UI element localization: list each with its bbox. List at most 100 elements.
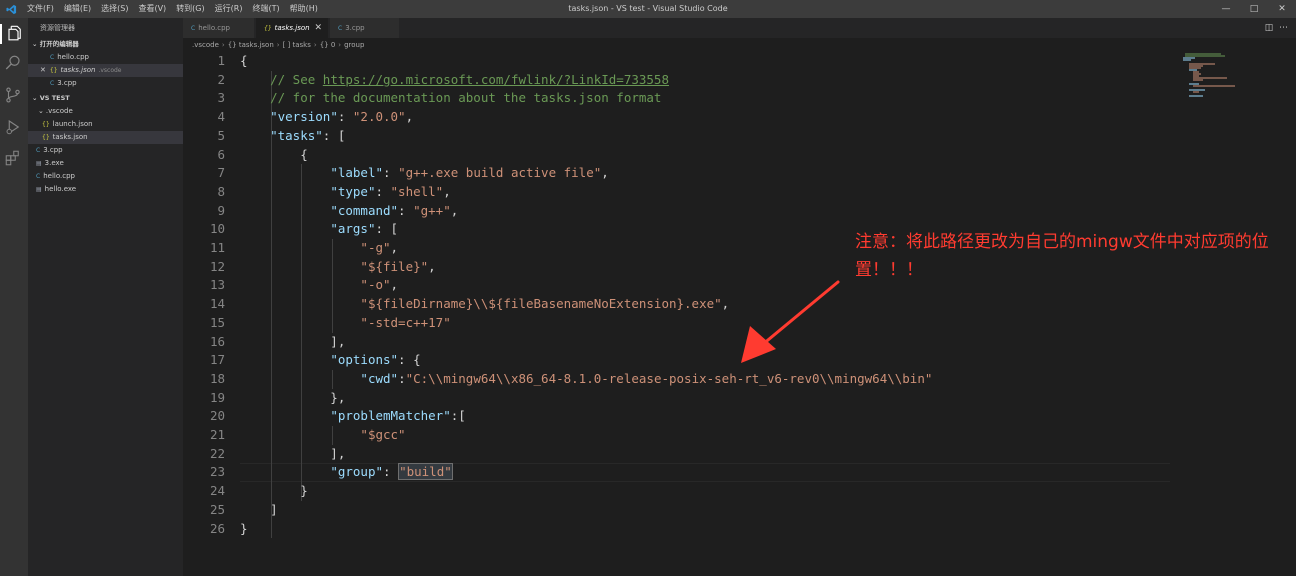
code-line: 20 "problemMatcher":[ xyxy=(183,407,1296,426)
open-editor-item[interactable]: Chello.cpp xyxy=(28,51,183,64)
code-editor[interactable]: 1{2 // See https://go.microsoft.com/fwli… xyxy=(183,52,1296,576)
chevron-down-icon: ⌄ xyxy=(32,40,40,48)
search-icon[interactable] xyxy=(4,54,24,74)
tree-item-label: 3.cpp xyxy=(43,146,63,154)
json-file-icon: {} xyxy=(264,25,272,32)
close-icon[interactable]: ✕ xyxy=(1268,0,1296,18)
code-line: 25 ] xyxy=(183,501,1296,520)
split-editor-icon[interactable]: ◫ xyxy=(1265,23,1274,33)
explorer-icon[interactable] xyxy=(0,24,26,44)
open-editors-header[interactable]: ⌄ 打开的编辑器 xyxy=(28,38,183,51)
code-line: 9 "command": "g++", xyxy=(183,202,1296,221)
breadcrumb-item[interactable]: .vscode xyxy=(192,41,219,49)
code-token: "g++.exe build active file" xyxy=(398,165,602,181)
tree-item[interactable]: ⌄ .vscode xyxy=(28,105,183,118)
extensions-icon[interactable] xyxy=(4,149,24,169)
code-token: "args" xyxy=(330,221,376,237)
breadcrumb-item[interactable]: {} 0 xyxy=(320,41,336,49)
code-token: "command" xyxy=(330,202,399,218)
code-text: ], xyxy=(240,333,345,352)
folder-header[interactable]: ⌄ VS TEST xyxy=(28,92,183,105)
line-number: 19 xyxy=(209,389,225,405)
maximize-icon[interactable]: □ xyxy=(1240,0,1268,18)
run-debug-icon[interactable] xyxy=(4,118,24,138)
tree-item[interactable]: C 3.cpp xyxy=(28,144,183,157)
line-number: 6 xyxy=(217,146,225,162)
code-text: "command": "g++", xyxy=(240,202,458,221)
code-text: ], xyxy=(240,445,345,464)
cpp-file-icon: C xyxy=(338,25,343,32)
exe-file-icon: ▤ xyxy=(36,186,42,193)
open-editor-item[interactable]: ✕{} tasks.json .vscode xyxy=(28,64,183,77)
tree-item-label: tasks.json xyxy=(52,133,88,141)
close-icon[interactable]: ✕ xyxy=(314,18,322,38)
line-number: 13 xyxy=(209,277,225,293)
menu-item[interactable]: 编辑(E) xyxy=(59,0,96,18)
code-line: 16 ], xyxy=(183,333,1296,352)
breadcrumb-item[interactable]: [ ] tasks xyxy=(283,41,311,49)
tree-item[interactable]: {} tasks.json xyxy=(28,131,183,144)
more-actions-icon[interactable]: ⋯ xyxy=(1279,23,1288,33)
menu-item[interactable]: 运行(R) xyxy=(210,0,248,18)
source-control-icon[interactable] xyxy=(4,86,24,106)
tree-item[interactable]: ▤ hello.exe xyxy=(28,183,183,196)
tab-tasks-json[interactable]: {} tasks.json ✕ xyxy=(256,18,329,38)
chevron-down-icon: ⌄ xyxy=(38,107,44,115)
code-text: "${fileDirname}\\${fileBasenameNoExtensi… xyxy=(240,295,729,314)
menu-item[interactable]: 转到(G) xyxy=(171,0,209,18)
code-line: 15 "-std=c++17" xyxy=(183,314,1296,333)
menu-item[interactable]: 帮助(H) xyxy=(285,0,323,18)
menu-item[interactable]: 文件(F) xyxy=(22,0,59,18)
line-number: 10 xyxy=(209,221,225,237)
menu-item[interactable]: 查看(V) xyxy=(133,0,171,18)
close-icon[interactable]: ✕ xyxy=(40,66,46,74)
window-controls: — □ ✕ xyxy=(1212,0,1296,18)
open-editor-item[interactable]: C 3.cpp xyxy=(28,77,183,90)
breadcrumb-item[interactable]: group xyxy=(344,41,364,49)
code-token: : xyxy=(383,464,399,480)
code-text: }, xyxy=(240,389,345,408)
code-token: "${file}" xyxy=(360,258,429,274)
tree-item[interactable]: ▤ 3.exe xyxy=(28,157,183,170)
code-text: "-std=c++17" xyxy=(240,314,450,333)
tree-item[interactable]: Chello.cpp xyxy=(28,170,183,183)
code-text: "problemMatcher":[ xyxy=(240,407,465,426)
breadcrumb-item[interactable]: {} tasks.json xyxy=(228,41,274,49)
vertical-scrollbar[interactable] xyxy=(1290,52,1296,576)
annotation-text: 注意：将此路径更改为自己的mingw文件中对应项的位置！！！ xyxy=(855,232,1269,280)
tab-3-cpp[interactable]: C 3.cpp xyxy=(330,18,400,38)
code-token: : [ xyxy=(322,127,346,143)
code-line: 26} xyxy=(183,520,1296,539)
code-line: 18 "cwd":"C:\\mingw64\\x86_64-8.1.0-rele… xyxy=(183,370,1296,389)
tree-item[interactable]: {} launch.json xyxy=(28,118,183,131)
line-number: 9 xyxy=(217,202,225,218)
open-editor-name: hello.cpp xyxy=(57,53,89,61)
code-line: 4 "version": "2.0.0", xyxy=(183,108,1296,127)
minimize-icon[interactable]: — xyxy=(1212,0,1240,18)
tab-label: 3.cpp xyxy=(345,24,365,32)
line-number: 14 xyxy=(209,296,225,312)
tab-hello-cpp[interactable]: Chello.cpp xyxy=(183,18,255,38)
line-number: 3 xyxy=(217,90,225,106)
code-token: { xyxy=(240,146,308,162)
vscode-logo-icon xyxy=(0,0,22,18)
menu-item[interactable]: 终端(T) xyxy=(247,0,284,18)
code-line: 3 // for the documentation about the tas… xyxy=(183,89,1296,108)
code-token: : xyxy=(383,165,399,181)
minimap[interactable] xyxy=(1175,52,1243,112)
code-text: // See https://go.microsoft.com/fwlink/?… xyxy=(240,71,669,90)
line-number: 22 xyxy=(209,445,225,461)
code-line: 23 "group": "build" xyxy=(183,463,1296,482)
code-token: } xyxy=(240,520,248,536)
code-text: "${file}", xyxy=(240,258,435,277)
menu-item[interactable]: 选择(S) xyxy=(96,0,133,18)
code-line: 5 "tasks": [ xyxy=(183,127,1296,146)
